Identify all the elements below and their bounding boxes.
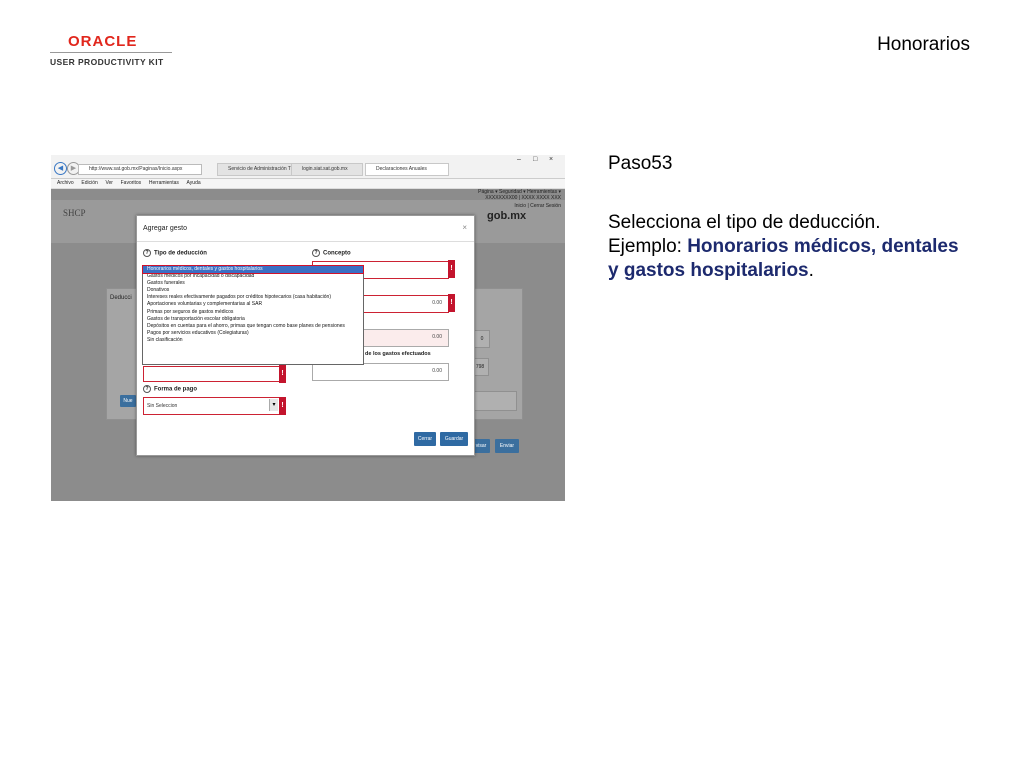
instruction-line: Selecciona el tipo de deducción. (608, 212, 881, 233)
save-button[interactable]: Guardar (440, 432, 468, 446)
portal-logo: gob.mx (487, 210, 527, 222)
dropdown-option[interactable]: Sin clasificación (143, 337, 363, 344)
forma-select[interactable]: Sin Seleccion ▾ (143, 397, 280, 415)
help-icon[interactable]: ? (312, 249, 320, 257)
chevron-down-icon[interactable]: ▾ (269, 399, 278, 411)
back-icon[interactable]: ◀ (54, 162, 67, 175)
amount-value: 0.00 (432, 368, 442, 374)
section-label: Deducci (110, 295, 132, 301)
example-prefix: Ejemplo: (608, 236, 688, 257)
forma-label-text: Forma de pago (154, 386, 198, 393)
modal-title: Agregar gesto (143, 225, 187, 232)
minimize-icon[interactable]: – (517, 156, 521, 163)
error-icon: ! (279, 365, 286, 383)
new-button[interactable]: Nue (120, 395, 136, 407)
error-icon: ! (279, 397, 286, 415)
dropdown-option[interactable]: Intereses reales efectivamente pagados p… (143, 294, 363, 301)
dropdown-option[interactable]: Gastos funerales (143, 280, 363, 287)
logo-word: ORACLE (68, 33, 138, 50)
step-instructions: Selecciona el tipo de deducción. Ejemplo… (608, 211, 968, 283)
tipo-label-text: Tipo de deducción (154, 250, 207, 257)
logo-subtitle: USER PRODUCTIVITY KIT (50, 57, 164, 67)
background-box (471, 391, 517, 411)
address-bar[interactable]: http://www.sat.gob.mx/Paginas/Inicio.asp… (78, 164, 202, 175)
instruction-example: Ejemplo: Honorarios médicos, dentales y … (608, 235, 968, 283)
menu-item[interactable]: Ver (105, 179, 113, 188)
dropdown-option[interactable]: Aportaciones voluntarias y complementari… (143, 301, 363, 308)
document-title: Honorarios (877, 34, 970, 55)
menu-item[interactable]: Edición (81, 179, 97, 188)
forma-label: ? Forma de pago (143, 385, 197, 393)
user-id: XXXXXXXX00 | XXXX XXXX XXX (485, 195, 561, 201)
menu-bar: Archivo Edición Ver Favoritos Herramient… (51, 179, 565, 189)
browser-tab[interactable]: Servicio de Administración Tri... (217, 163, 299, 176)
modal-divider (137, 241, 474, 242)
help-icon[interactable]: ? (143, 249, 151, 257)
browser-toolbar: ◀ ▶ http://www.sat.gob.mx/Paginas/Inicio… (51, 155, 565, 179)
menu-item[interactable]: Ayuda (187, 179, 201, 188)
example-suffix: . (808, 260, 814, 281)
agency-logo: SHCP (63, 208, 86, 218)
concepto-label-text: Concepto (323, 250, 351, 257)
dropdown-option[interactable]: Gastos médicos por incapacidad o discapa… (143, 273, 363, 280)
screenshot: ◀ ▶ http://www.sat.gob.mx/Paginas/Inicio… (51, 155, 565, 501)
help-icon[interactable]: ? (143, 385, 151, 393)
close-button[interactable]: Cerrar (414, 432, 436, 446)
dropdown-option-selected[interactable]: Honorarios médicos, dentales y gastos ho… (142, 264, 364, 275)
dropdown-option[interactable]: Primas por seguros de gastos médicos (143, 309, 363, 316)
amount-field[interactable]: 0.00 (312, 363, 449, 381)
oracle-logo: ORACLE USER PRODUCTIVITY KIT (50, 33, 176, 69)
tipo-label: ? Tipo de deducción (143, 249, 207, 257)
error-icon: ! (448, 294, 455, 312)
dropdown-option[interactable]: Gastos de transportación escolar obligat… (143, 316, 363, 323)
monto-label: de los gastos efectuados (365, 351, 431, 357)
close-window-icon[interactable]: × (549, 156, 553, 163)
menu-item[interactable]: Favoritos (121, 179, 142, 188)
browser-tab-active[interactable]: Declaraciones Anuales (365, 163, 449, 176)
amount-value: 0.00 (432, 334, 442, 340)
error-icon: ! (448, 260, 455, 278)
forma-value: Sin Seleccion (147, 403, 178, 409)
menu-item[interactable]: Archivo (57, 179, 74, 188)
tipo-select-underlay[interactable] (143, 366, 280, 382)
deduction-type-dropdown[interactable]: Honorarios médicos, dentales y gastos ho… (142, 264, 364, 365)
send-button[interactable]: Enviar (495, 439, 519, 453)
dropdown-option[interactable]: Pagos por servicios educativos (Colegiat… (143, 330, 363, 337)
amount-value: 0.00 (432, 300, 442, 306)
browser-tab[interactable]: login.siat.sat.gob.mx (291, 163, 363, 176)
background-value: 0 (474, 330, 490, 348)
session-links[interactable]: Inicio | Cerrar Sesión (514, 203, 561, 209)
concepto-label: ? Concepto (312, 249, 351, 257)
logo-divider (50, 52, 172, 53)
menu-item[interactable]: Herramientas (149, 179, 179, 188)
dropdown-option[interactable]: Donativos (143, 287, 363, 294)
close-icon[interactable]: × (462, 223, 467, 232)
dropdown-option[interactable]: Depósitos en cuentas para el ahorro, pri… (143, 323, 363, 330)
maximize-icon[interactable]: □ (533, 156, 537, 163)
step-number: Paso53 (608, 153, 673, 174)
